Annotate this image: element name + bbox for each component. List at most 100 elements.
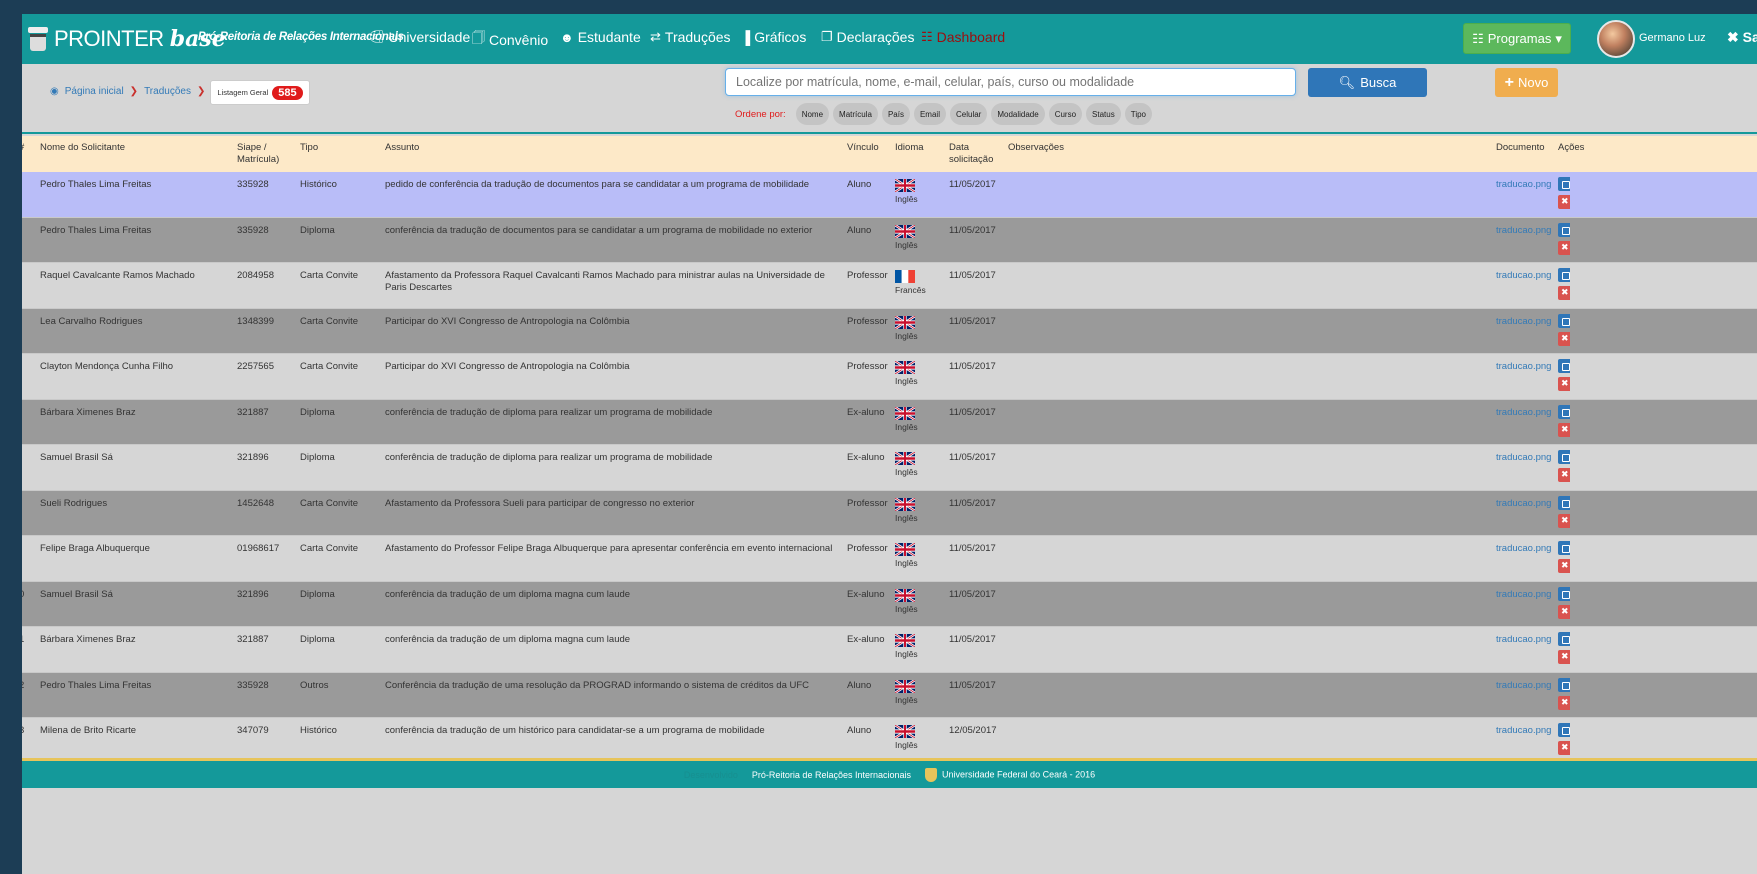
delete-icon[interactable]: [1558, 513, 1570, 528]
search-icon: 🔍︎: [1338, 74, 1356, 90]
delete-icon[interactable]: [1558, 422, 1570, 437]
delete-icon[interactable]: [1558, 240, 1570, 255]
sort-matricula[interactable]: Matrícula: [833, 103, 878, 125]
table-row[interactable]: Felipe Braga Albuquerque 01968617 Carta Co…: [22, 536, 1757, 582]
sort-pais[interactable]: País: [881, 103, 910, 125]
table-row[interactable]: 1 Bárbara Ximenes Braz 321887 Diploma confer…: [22, 627, 1757, 673]
col-nome[interactable]: Nome do Solicitante: [40, 142, 125, 154]
delete-icon[interactable]: [1558, 195, 1570, 209]
document-link[interactable]: traducao.png: [1496, 680, 1551, 692]
edit-icon[interactable]: [1558, 268, 1570, 282]
document-link[interactable]: traducao.png: [1496, 407, 1551, 419]
footer-org[interactable]: Pró-Reitoria de Relações Internacionais: [752, 770, 911, 780]
table-row[interactable]: 3 Milena de Brito Ricarte 347079 Histórico c…: [22, 718, 1757, 764]
nav-traducoes[interactable]: ⇄ Traduções: [650, 29, 731, 45]
table-row[interactable]: Clayton Mendonça Cunha Filho 2257565 Carta…: [22, 354, 1757, 400]
edit-icon[interactable]: [1558, 495, 1570, 510]
delete-icon[interactable]: [1558, 741, 1570, 755]
new-button[interactable]: + Novo: [1495, 68, 1558, 97]
document-link[interactable]: traducao.png: [1496, 452, 1551, 464]
col-observacoes[interactable]: Observações: [1008, 142, 1064, 154]
search-button[interactable]: 🔍︎ Busca: [1308, 68, 1427, 97]
cell-nome: Pedro Thales Lima Freitas: [40, 179, 152, 190]
programas-dropdown-button[interactable]: ☷ Programas ▾: [1463, 23, 1571, 54]
document-link[interactable]: traducao.png: [1496, 725, 1551, 737]
document-link[interactable]: traducao.png: [1496, 225, 1551, 237]
table-row[interactable]: Raquel Cavalcante Ramos Machado 2084958 Ca…: [22, 263, 1757, 309]
sort-modalidade[interactable]: Modalidade: [991, 103, 1045, 125]
document-link[interactable]: traducao.png: [1496, 634, 1551, 646]
delete-icon[interactable]: [1558, 604, 1570, 619]
col-siape[interactable]: Siape / Matrícula): [237, 142, 279, 166]
cell-idioma: Inglês: [895, 452, 918, 478]
table-row[interactable]: 0 Samuel Brasil Sá 321896 Diploma conferênci…: [22, 581, 1757, 627]
nav-graficos[interactable]: ▐ Gráficos: [741, 29, 806, 45]
document-link[interactable]: traducao.png: [1496, 270, 1551, 282]
edit-icon[interactable]: [1558, 586, 1570, 601]
cell-assunto: Afastamento do Professor Felipe Braga Al…: [385, 543, 833, 554]
user-name[interactable]: Germano Luz: [1639, 32, 1706, 44]
col-tipo[interactable]: Tipo: [300, 142, 318, 154]
edit-icon[interactable]: [1558, 723, 1570, 737]
sort-nome[interactable]: Nome: [795, 103, 830, 125]
document-link[interactable]: traducao.png: [1496, 589, 1551, 601]
nav-dashboard[interactable]: ☷ Dashboard: [921, 29, 1005, 45]
document-link[interactable]: traducao.png: [1496, 543, 1551, 555]
nav-declaracoes[interactable]: ❐ Declarações: [821, 29, 914, 45]
cell-data: 11/05/2017: [949, 543, 996, 554]
cell-idioma: Inglês: [895, 361, 918, 387]
edit-icon[interactable]: [1558, 632, 1570, 646]
edit-icon[interactable]: [1558, 450, 1570, 464]
document-link[interactable]: traducao.png: [1496, 179, 1551, 191]
edit-icon[interactable]: [1558, 177, 1570, 191]
document-link[interactable]: traducao.png: [1496, 498, 1551, 510]
table-row[interactable]: 2 Pedro Thales Lima Freitas 335928 Outros Co…: [22, 672, 1757, 718]
edit-icon[interactable]: [1558, 359, 1570, 373]
delete-icon[interactable]: [1558, 468, 1570, 482]
edit-icon[interactable]: [1558, 222, 1570, 237]
table-row[interactable]: Lea Carvalho Rodrigues 1348399 Carta Convi…: [22, 308, 1757, 354]
breadcrumb-home[interactable]: Página inicial: [65, 86, 124, 97]
delete-icon[interactable]: [1558, 559, 1570, 573]
col-data[interactable]: Data solicitação: [949, 142, 993, 166]
nav-universidade[interactable]: 🧲︎ Universidade: [368, 29, 470, 45]
sort-email[interactable]: Email: [913, 103, 946, 125]
table-row[interactable]: Samuel Brasil Sá 321896 Diploma conferência…: [22, 445, 1757, 491]
sort-curso[interactable]: Curso: [1048, 103, 1083, 125]
edit-icon[interactable]: [1558, 677, 1570, 692]
table-row[interactable]: Pedro Thales Lima Freitas 335928 Diploma co…: [22, 217, 1757, 263]
document-link[interactable]: traducao.png: [1496, 361, 1551, 373]
logout-button[interactable]: ✖ Sair: [1727, 29, 1757, 46]
sort-tipo[interactable]: Tipo: [1124, 103, 1152, 125]
delete-icon[interactable]: [1558, 695, 1570, 710]
col-assunto[interactable]: Assunto: [385, 142, 419, 154]
sort-status[interactable]: Status: [1086, 103, 1121, 125]
document-link[interactable]: traducao.png: [1496, 316, 1551, 328]
col-idx: #: [22, 142, 24, 154]
edit-icon[interactable]: [1558, 313, 1570, 328]
edit-icon[interactable]: [1558, 541, 1570, 555]
col-documento[interactable]: Documento: [1496, 142, 1545, 154]
breadcrumb-traducoes[interactable]: Traduções: [144, 86, 191, 97]
listagem-geral-button[interactable]: Listagem Geral 585: [210, 80, 310, 105]
user-avatar[interactable]: [1597, 20, 1635, 58]
edit-icon[interactable]: [1558, 404, 1570, 419]
delete-icon[interactable]: [1558, 377, 1570, 391]
sort-celular[interactable]: Celular: [949, 103, 988, 125]
footer-univ[interactable]: Universidade Federal do Ceará - 2016: [925, 767, 1095, 782]
table-row[interactable]: Bárbara Ximenes Braz 321887 Diploma conferê…: [22, 399, 1757, 445]
uk-flag-icon: [895, 588, 918, 602]
cell-siape: 01968617: [237, 543, 280, 554]
delete-icon[interactable]: [1558, 286, 1570, 300]
brand-logo[interactable]: PROINTER base: [28, 24, 226, 54]
col-idioma[interactable]: Idioma: [895, 142, 924, 154]
search-input[interactable]: [725, 68, 1296, 96]
delete-icon[interactable]: [1558, 650, 1570, 664]
nav-convenio[interactable]: 🗍 Convênio: [472, 29, 548, 51]
col-vinculo[interactable]: Vínculo: [847, 142, 879, 154]
uk-flag-icon: [895, 406, 918, 420]
nav-estudante[interactable]: ☻ Estudante: [560, 29, 641, 45]
table-row[interactable]: Sueli Rodrigues 1452648 Carta Convite Afast…: [22, 490, 1757, 536]
delete-icon[interactable]: [1558, 331, 1570, 346]
table-row[interactable]: Pedro Thales Lima Freitas 335928 Histórico…: [22, 172, 1757, 218]
